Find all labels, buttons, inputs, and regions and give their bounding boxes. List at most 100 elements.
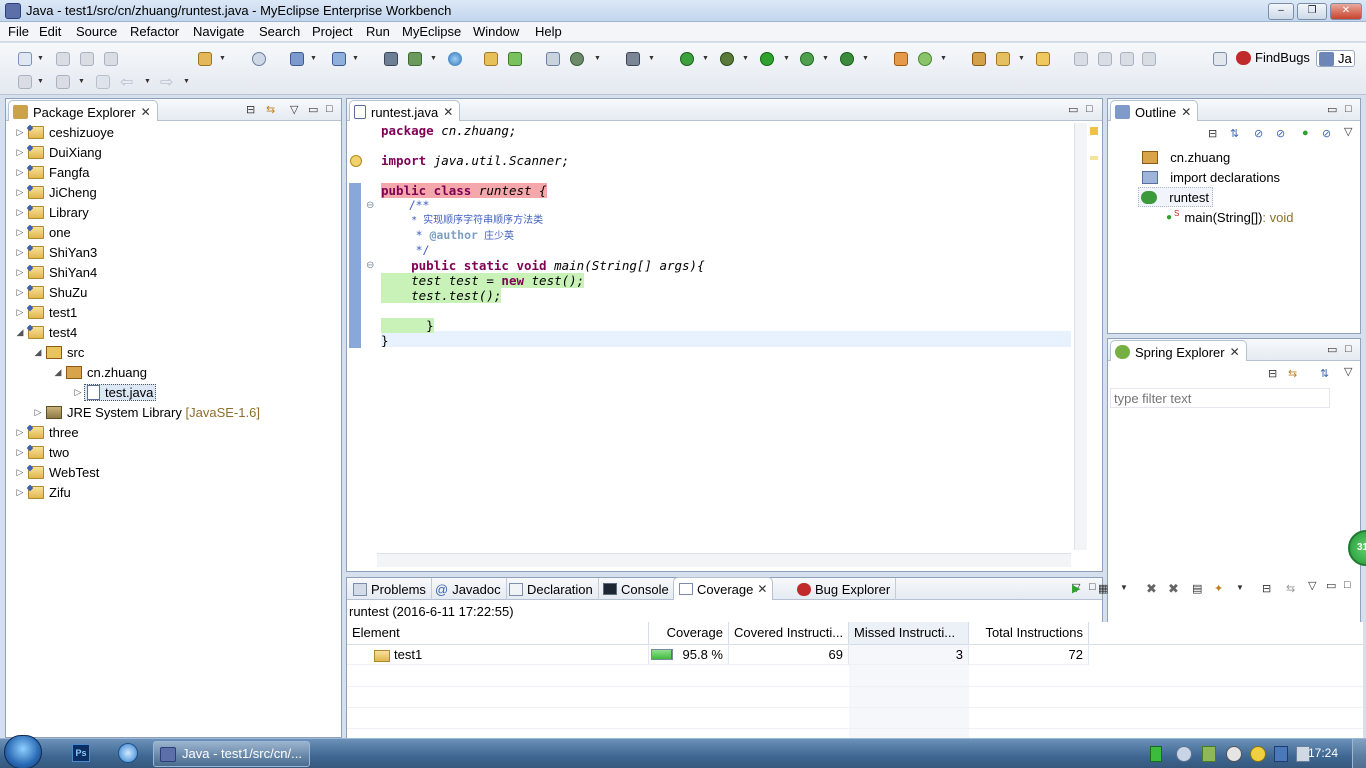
menu-refactor[interactable]: Refactor [130, 24, 179, 39]
tab-javadoc[interactable]: @ Javadoc [430, 578, 507, 600]
tab-spring-explorer[interactable]: Spring Explorer ✕ [1110, 340, 1247, 361]
column-total[interactable]: Total Instructions [969, 622, 1089, 644]
chevron-down-icon[interactable]: ▼ [594, 55, 601, 62]
chevron-down-icon[interactable]: ▼ [352, 55, 359, 62]
open-folder-icon[interactable] [1036, 52, 1050, 66]
network-icon[interactable] [1274, 746, 1288, 762]
minimize-view-icon[interactable]: ▭ [1326, 579, 1336, 592]
start-button[interactable] [4, 735, 42, 768]
browser-icon[interactable] [118, 743, 138, 763]
expand-icon[interactable]: ▷ [72, 387, 84, 398]
tab-bug-explorer[interactable]: Bug Explorer [792, 578, 897, 600]
view-menu-icon[interactable]: ▽ [290, 103, 298, 116]
outline-item-package[interactable]: cn.zhuang [1140, 147, 1230, 167]
column-coverage[interactable]: Coverage [649, 622, 729, 644]
minimize-view-icon[interactable]: ▭ [1068, 103, 1078, 116]
maximize-view-icon[interactable]: □ [1344, 579, 1351, 591]
expand-icon[interactable]: ▷ [14, 127, 26, 138]
chevron-down-icon[interactable]: ▼ [37, 78, 44, 85]
battery-icon[interactable] [1150, 746, 1162, 762]
column-missed[interactable]: Missed Instructi... [849, 622, 969, 644]
collapse-all-icon[interactable]: ⊟ [246, 103, 255, 116]
new-interface-icon[interactable] [918, 52, 932, 66]
tab-package-explorer[interactable]: Package Explorer ✕ [8, 100, 158, 121]
camera-icon[interactable] [626, 52, 640, 66]
new-project-icon[interactable] [546, 52, 560, 66]
tree-item-jicheng[interactable]: ▷ JiCheng [14, 182, 97, 202]
collapse-all-icon[interactable]: ⊟ [1208, 127, 1217, 140]
maximize-view-icon[interactable]: □ [1089, 581, 1096, 593]
link-with-selection-icon[interactable]: ⇆ [1286, 582, 1295, 595]
chevron-down-icon[interactable]: ▼ [310, 55, 317, 62]
view-menu-icon[interactable]: ▽ [1344, 125, 1352, 138]
photoshop-icon[interactable]: Ps [72, 744, 90, 762]
restore-button[interactable]: ❐ [1297, 3, 1327, 20]
forward-icon[interactable]: ⇨ [160, 72, 173, 92]
expand-icon[interactable]: ▷ [14, 447, 26, 458]
chevron-down-icon[interactable]: ▼ [219, 55, 226, 62]
horizontal-scrollbar[interactable] [377, 553, 1071, 567]
run-server-icon[interactable] [680, 52, 694, 66]
sort-icon[interactable]: ⇅ [1320, 367, 1329, 380]
tree-item-test1[interactable]: ▷ test1 [14, 302, 78, 322]
link-with-editor-icon[interactable]: ⇆ [1288, 367, 1297, 380]
chevron-down-icon[interactable]: ▼ [862, 55, 869, 62]
collapse-all-icon[interactable]: ⊟ [1268, 367, 1277, 380]
open-folder-icon[interactable] [484, 52, 498, 66]
tree-item-ceshizuoye[interactable]: ▷ ceshizuoye [14, 122, 115, 142]
chevron-down-icon[interactable]: ▼ [183, 78, 190, 85]
chevron-down-icon[interactable]: ▼ [702, 55, 709, 62]
fold-icon[interactable]: ⊖ [366, 260, 374, 271]
external-tools-icon[interactable] [840, 52, 854, 66]
expand-icon[interactable]: ▷ [14, 467, 26, 478]
tree-item-one[interactable]: ▷ one [14, 222, 71, 242]
menu-edit[interactable]: Edit [39, 24, 61, 39]
expand-icon[interactable]: ▷ [14, 167, 26, 178]
close-icon[interactable]: ✕ [757, 582, 767, 596]
chevron-down-icon[interactable]: ▼ [742, 55, 749, 62]
tree-item-three[interactable]: ▷ three [14, 422, 79, 442]
tree-item-duixiang[interactable]: ▷ DuiXiang [14, 142, 102, 162]
expand-icon[interactable]: ▷ [14, 487, 26, 498]
pencil-icon[interactable] [996, 52, 1010, 66]
hide-fields-icon[interactable]: ⊘ [1254, 127, 1263, 140]
minimize-view-icon[interactable]: ▭ [1327, 343, 1337, 356]
highlight-icon[interactable] [1098, 52, 1112, 66]
tree-item-two[interactable]: ▷ two [14, 442, 70, 462]
collapse-icon[interactable]: ◢ [52, 367, 64, 378]
hide-static-icon[interactable]: ⊘ [1276, 127, 1285, 140]
update-icon[interactable] [1250, 746, 1266, 762]
bug-tray-icon[interactable] [1226, 746, 1242, 762]
menu-source[interactable]: Source [76, 24, 117, 39]
menu-help[interactable]: Help [535, 24, 562, 39]
tree-item-test-java[interactable]: ▷ test.java [72, 382, 157, 402]
column-element[interactable]: Element [347, 622, 649, 644]
tree-item-webtest[interactable]: ▷ WebTest [14, 462, 100, 482]
search-icon[interactable] [332, 52, 346, 66]
tab-problems[interactable]: Problems [348, 578, 432, 600]
build-icon[interactable] [384, 52, 398, 66]
chevron-down-icon[interactable]: ▼ [648, 55, 655, 62]
tab-coverage[interactable]: Coverage ✕ [673, 577, 774, 600]
chevron-down-icon[interactable]: ▼ [144, 78, 151, 85]
maximize-view-icon[interactable]: □ [326, 103, 333, 115]
maximize-view-icon[interactable]: □ [1345, 103, 1352, 115]
tree-item-zifu[interactable]: ▷ Zifu [14, 482, 71, 502]
clock[interactable]: 17:24 [1308, 746, 1338, 760]
new-class-icon[interactable] [894, 52, 908, 66]
link-with-editor-icon[interactable]: ⇆ [266, 103, 275, 116]
open-perspective-icon[interactable] [1213, 52, 1227, 66]
coverage-run-icon[interactable] [800, 52, 814, 66]
menu-project[interactable]: Project [312, 24, 352, 39]
merge-sessions-icon[interactable]: ▦ [1098, 582, 1108, 595]
maximize-view-icon[interactable]: □ [1345, 343, 1352, 355]
chevron-down-icon[interactable]: ▼ [822, 55, 829, 62]
chevron-down-icon[interactable]: ▼ [430, 55, 437, 62]
tree-item-library[interactable]: ▷ Library [14, 202, 89, 222]
outline-item-class[interactable]: runtest [1138, 187, 1213, 207]
vertical-scrollbar[interactable] [1074, 123, 1087, 550]
menu-window[interactable]: Window [473, 24, 519, 39]
web-icon[interactable] [570, 52, 584, 66]
menu-run[interactable]: Run [366, 24, 390, 39]
chevron-down-icon[interactable]: ▼ [940, 55, 947, 62]
